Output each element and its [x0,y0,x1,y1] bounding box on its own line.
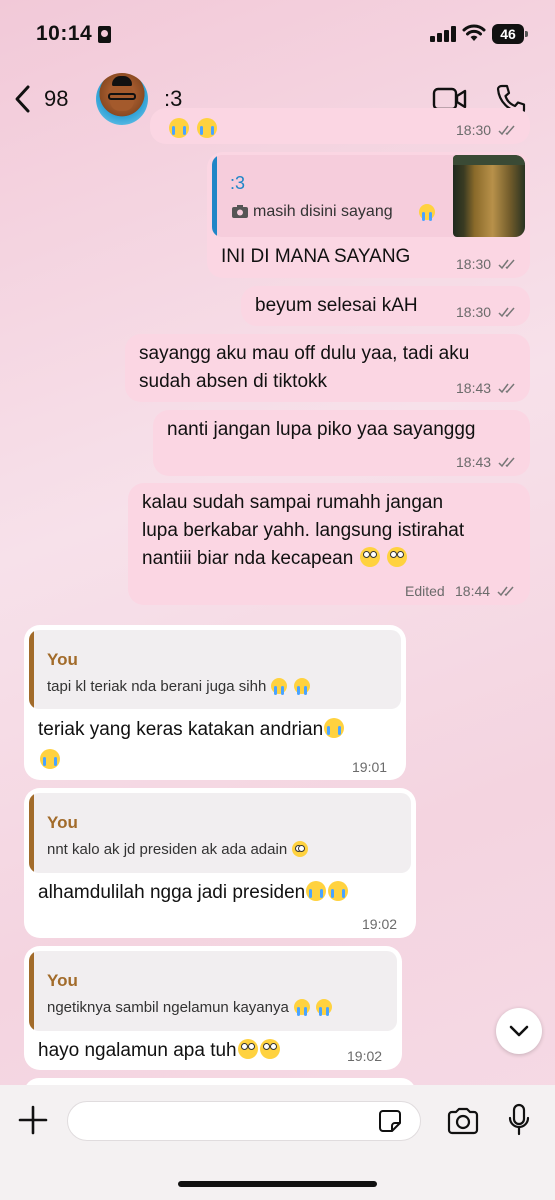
quote-text: tapi kl teriak nda berani juga sihh [47,678,311,695]
contact-avatar[interactable] [96,73,148,125]
crying-emoji [169,118,189,138]
message-text-content: hayo ngalamun apa tuh [38,1040,237,1061]
edited-label: Edited [405,583,445,599]
message-text: sayangg aku mau off dulu yaa, tadi aku [139,343,470,364]
plus-icon[interactable] [18,1105,48,1135]
quote-author: :3 [230,173,246,193]
message-time: 18:30 [456,256,492,272]
reply-quote[interactable]: You ngetiknya sambil ngelamun kayanya [29,951,397,1031]
message-text: INI DI MANA SAYANG [221,246,411,267]
reply-quote[interactable]: :3 masih disini sayang [212,155,525,237]
crying-emoji [293,678,310,695]
battery-indicator: 46 [492,24,528,44]
message-bubble[interactable]: beyum selesai kAH 18:30 [241,286,530,326]
eye-roll-emoji [259,1039,280,1059]
message-text: nanti jangan lupa piko yaa sayanggg [167,419,476,440]
microphone-icon[interactable] [507,1103,531,1137]
quote-author: You [47,650,78,669]
message-text: beyum selesai kAH [255,295,418,316]
message-input[interactable] [67,1101,421,1141]
eye-roll-emoji [237,1039,258,1059]
message-text-line: nantiii biar nda kecapean [142,548,354,569]
message-text: teriak yang keras katakan andrian [38,717,398,743]
eye-roll-emoji [359,547,380,567]
quote-text: ngetiknya sambil ngelamun kayanya [47,999,333,1016]
message-bubble[interactable]: You tapi kl teriak nda berani juga sihh … [24,625,406,780]
quote-text-content: tapi kl teriak nda berani juga sihh [47,678,267,695]
double-check-icon [497,586,514,597]
double-check-icon [498,125,515,136]
crying-emoji [324,718,345,738]
quote-text-content: nnt kalo ak jd presiden ak ada adain [47,841,288,858]
wifi-icon [462,24,486,41]
double-check-icon [498,259,515,270]
crying-emoji [271,678,288,695]
chevron-left-icon[interactable] [12,84,34,114]
message-time: 18:43 [456,454,492,470]
double-check-icon [498,307,515,318]
message-time: 18:30 [456,304,492,320]
crying-emoji [40,749,60,769]
message-bubble[interactable]: kalau sudah sampai rumahh jangan lupa be… [128,483,530,605]
id-card-icon [98,26,111,43]
reply-quote[interactable]: You nnt kalo ak jd presiden ak ada adain [29,793,411,873]
crying-emoji [197,118,217,138]
eye-roll-emoji [292,841,309,857]
message-time: 18:43 [456,380,492,396]
back-unread-count[interactable]: 98 [44,86,68,112]
message-bubble[interactable]: nanti jangan lupa piko yaa sayanggg 18:4… [153,410,530,476]
status-time: 10:14 [36,22,93,45]
double-check-icon [498,457,515,468]
scroll-to-bottom-button[interactable] [496,1008,542,1054]
status-bar: 10:14 46 [0,0,555,70]
message-time: 19:02 [362,916,398,932]
message-bubble[interactable]: 18:30 [150,108,530,144]
home-indicator[interactable] [178,1181,377,1187]
camera-small-icon [232,205,248,218]
cellular-signal-icon [430,26,456,42]
chevron-down-icon [509,1025,529,1037]
message-time: 19:02 [347,1048,383,1064]
crying-emoji [316,999,333,1016]
double-check-icon [498,383,515,394]
crying-emoji [293,999,310,1016]
message-bubble[interactable]: You nnt kalo ak jd presiden ak ada adain… [24,788,416,938]
message-time: 18:30 [456,122,492,138]
reply-quote[interactable]: You tapi kl teriak nda berani juga sihh [29,630,401,709]
message-text: sudah absen di tiktokk [139,371,328,392]
message-text: alhamdulilah ngga jadi presiden [38,880,349,906]
quote-text-content: ngetiknya sambil ngelamun kayanya [47,999,289,1016]
camera-icon[interactable] [446,1107,480,1135]
quote-accent-bar [29,793,34,873]
message-bubble[interactable]: You ngetiknya sambil ngelamun kayanya ha… [24,946,402,1070]
message-time: 19:01 [352,759,388,775]
message-text-content: teriak yang keras katakan andrian [38,719,324,740]
quote-author: You [47,813,78,832]
quote-accent-bar [29,630,34,709]
quote-text: nnt kalo ak jd presiden ak ada adain [47,841,309,858]
crying-emoji [328,881,349,901]
crying-emoji [306,881,327,901]
message-bubble[interactable]: :3 masih disini sayang INI DI MANA SAYAN… [207,152,530,278]
message-text: hayo ngalamun apa tuh [38,1038,281,1064]
message-text: lupa berkabar yahh. langsung istirahat [142,520,465,541]
message-text: nantiii biar nda kecapean [142,546,408,572]
crying-emoji [419,204,435,221]
message-time: 18:44 [455,583,491,599]
message-bubble[interactable]: sayangg aku mau off dulu yaa, tadi aku s… [125,334,530,402]
eye-roll-emoji [386,547,407,567]
image-thumbnail[interactable] [453,155,525,237]
quote-author: You [47,971,78,990]
message-composer [0,1085,555,1200]
quote-accent-bar [212,155,217,237]
sticker-icon[interactable] [378,1109,402,1133]
quote-accent-bar [29,951,34,1031]
message-text-content: alhamdulilah ngga jadi presiden [38,882,306,903]
message-text: kalau sudah sampai rumahh jangan [142,492,444,513]
quote-text: masih disini sayang [253,203,393,220]
